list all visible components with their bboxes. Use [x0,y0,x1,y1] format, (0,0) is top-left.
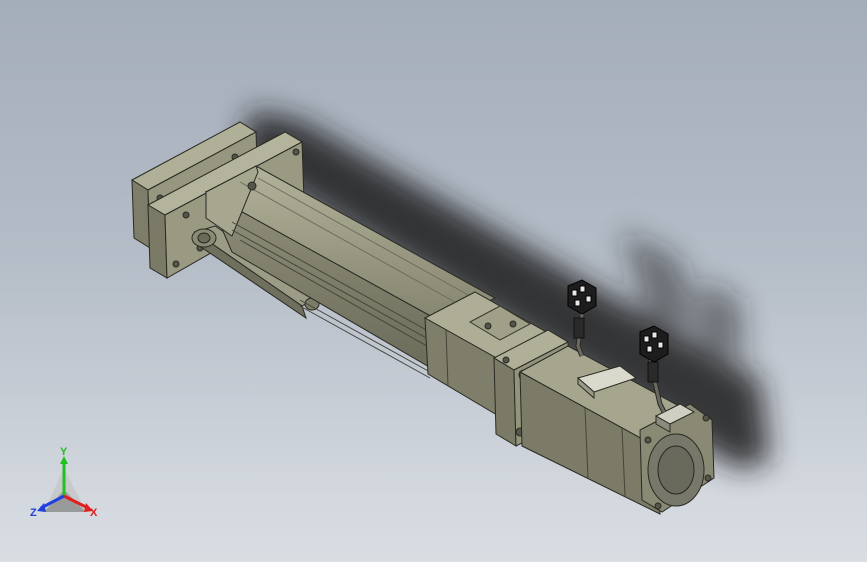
model-view[interactable]: Y X Z [0,0,867,562]
cad-viewport[interactable]: Y X Z [0,0,867,562]
view-orientation-triad[interactable]: Y X Z [30,446,98,519]
z-axis-label: Z [30,507,37,519]
encoder-connector[interactable] [639,325,669,363]
y-axis-label: Y [60,446,68,458]
power-connector[interactable] [567,279,597,315]
z-axis-arrow-icon [37,503,46,512]
x-axis-label: X [90,507,98,519]
